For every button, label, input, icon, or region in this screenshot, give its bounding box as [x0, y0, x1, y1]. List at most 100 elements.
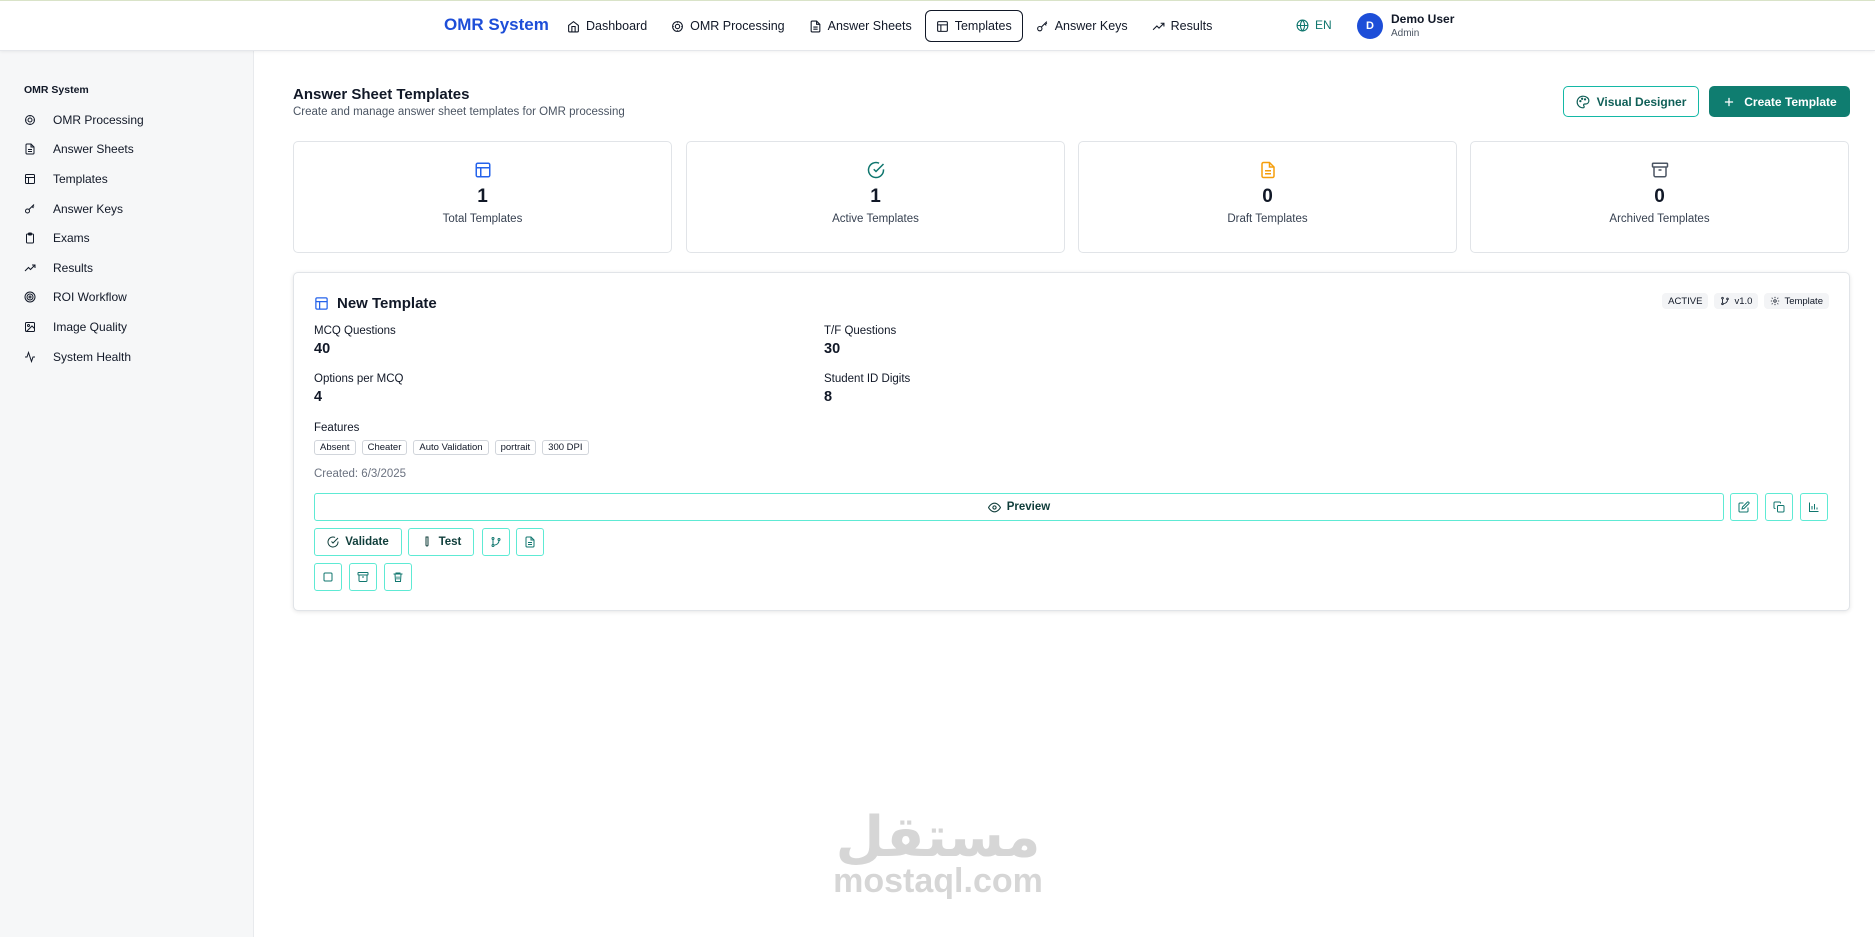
tf-questions-field: T/F Questions 30 [824, 325, 896, 357]
feature-chips: Absent Cheater Auto Validation portrait … [314, 440, 589, 455]
visual-designer-button[interactable]: Visual Designer [1563, 86, 1699, 117]
language-switcher[interactable]: EN [1296, 18, 1332, 32]
stat-draft-templates: 0 Draft Templates [1078, 141, 1457, 253]
field-label: T/F Questions [824, 325, 897, 337]
version-badge: v1.0 [1714, 293, 1759, 309]
page-title: Answer Sheet Templates [293, 86, 470, 103]
field-value: 40 [314, 341, 331, 357]
nav-label: Results [1170, 19, 1213, 33]
type-badge-label: Template [1784, 295, 1823, 307]
sidebar-item-answer-sheets[interactable]: Answer Sheets [18, 135, 238, 165]
student-id-digits-field: Student ID Digits 8 [824, 373, 910, 405]
feature-chip: 300 DPI [542, 440, 589, 455]
nav-label: Templates [954, 19, 1012, 33]
document-icon [25, 143, 35, 155]
edit-button[interactable] [1730, 493, 1758, 521]
duplicate-button[interactable] [1765, 493, 1793, 521]
features-label: Features [314, 422, 360, 434]
archive-icon [357, 572, 369, 582]
status-badge: ACTIVE [1662, 293, 1709, 309]
nav-omr-processing[interactable]: OMR Processing [660, 10, 795, 42]
version-button[interactable] [482, 528, 510, 556]
key-icon [1036, 20, 1047, 31]
sidebar: OMR System OMR Processing Answer Sheets … [0, 51, 254, 937]
gear-icon [1771, 296, 1780, 306]
watermark-arabic: مستقل [835, 805, 1041, 870]
mcq-questions-field: MCQ Questions 40 [314, 325, 396, 357]
scan-icon [672, 20, 684, 32]
field-label: Options per MCQ [314, 373, 404, 385]
validate-label: Validate [345, 536, 389, 548]
archive-button[interactable] [349, 563, 377, 591]
image-icon [25, 321, 35, 332]
field-label: Student ID Digits [824, 373, 911, 385]
template-badges: ACTIVE v1.0 Template [1662, 293, 1829, 309]
test-button[interactable]: Test [408, 528, 474, 556]
sidebar-item-label: System Health [53, 349, 132, 364]
nav-results[interactable]: Results [1141, 10, 1224, 42]
preview-label: Preview [1006, 501, 1051, 513]
trend-icon [1152, 22, 1165, 30]
brand-logo[interactable]: OMR System [444, 15, 549, 35]
bar-chart-icon [1809, 502, 1819, 512]
created-date: Created: 6/3/2025 [314, 468, 407, 480]
visual-designer-label: Visual Designer [1596, 94, 1687, 109]
delete-button[interactable] [384, 563, 412, 591]
export-button[interactable] [516, 528, 544, 556]
sidebar-item-omr-processing[interactable]: OMR Processing [18, 105, 238, 135]
sidebar-item-roi-workflow[interactable]: ROI Workflow [18, 283, 238, 313]
eye-icon [987, 502, 1001, 512]
palette-icon [1576, 95, 1589, 108]
stat-archived-templates: 0 Archived Templates [1470, 141, 1849, 253]
square-icon [323, 572, 333, 582]
select-button[interactable] [314, 563, 342, 591]
validate-button[interactable]: Validate [314, 528, 402, 556]
sidebar-item-templates[interactable]: Templates [18, 164, 238, 194]
stat-label: Total Templates [442, 213, 523, 225]
scan-icon [25, 114, 35, 125]
sidebar-item-label: Answer Keys [53, 201, 124, 216]
sidebar-item-results[interactable]: Results [18, 253, 238, 283]
stat-value: 0 [1262, 186, 1273, 207]
sidebar-item-label: Exams [53, 231, 90, 246]
sidebar-item-image-quality[interactable]: Image Quality [18, 312, 238, 342]
layout-icon [25, 173, 35, 184]
feature-chip: Absent [314, 440, 356, 455]
field-label: MCQ Questions [314, 325, 396, 337]
plus-icon [1725, 97, 1734, 106]
create-template-button[interactable]: Create Template [1709, 86, 1850, 117]
sidebar-item-label: Templates [53, 171, 108, 186]
user-menu[interactable]: D Demo User Admin [1357, 12, 1454, 39]
layout-icon [936, 20, 948, 32]
file-text-icon [525, 536, 535, 548]
nav-templates[interactable]: Templates [924, 10, 1023, 42]
status-badge-label: ACTIVE [1668, 295, 1703, 307]
nav-label: Dashboard [586, 19, 648, 33]
field-value: 8 [824, 389, 833, 405]
document-icon [810, 20, 821, 32]
sidebar-item-exams[interactable]: Exams [18, 223, 238, 253]
type-badge: Template [1764, 293, 1829, 309]
feature-chip: Auto Validation [413, 440, 489, 455]
sidebar-item-system-health[interactable]: System Health [18, 342, 238, 372]
nav-dashboard[interactable]: Dashboard [556, 10, 658, 42]
watermark: مستقل mostaql.com [823, 805, 1053, 900]
sidebar-item-answer-keys[interactable]: Answer Keys [18, 194, 238, 224]
copy-icon [1773, 501, 1785, 513]
analytics-button[interactable] [1800, 493, 1828, 521]
nav-label: Answer Sheets [827, 19, 912, 33]
main-nav: Dashboard OMR Processing Answer Sheets T… [556, 10, 1223, 42]
trash-icon [393, 572, 403, 582]
nav-answer-keys[interactable]: Answer Keys [1025, 10, 1139, 42]
preview-button[interactable]: Preview [314, 493, 1724, 521]
file-text-icon [1260, 161, 1275, 179]
edit-icon [1738, 501, 1750, 513]
archive-icon [1651, 162, 1668, 178]
top-navbar: OMR System Dashboard OMR Processing Answ… [0, 0, 1875, 51]
field-value: 30 [824, 341, 841, 357]
globe-icon [1296, 19, 1309, 31]
watermark-latin: mostaql.com [833, 862, 1043, 900]
nav-answer-sheets[interactable]: Answer Sheets [798, 10, 923, 42]
sidebar-list: OMR Processing Answer Sheets Templates A… [18, 105, 238, 371]
home-icon [568, 20, 579, 32]
